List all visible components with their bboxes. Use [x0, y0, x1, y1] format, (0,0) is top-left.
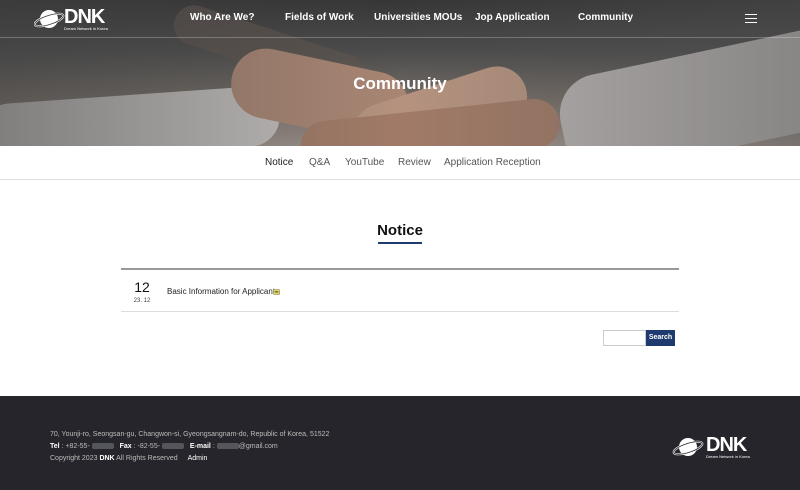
- footer-logo-subtitle: Dream Network in Korea: [706, 454, 750, 459]
- post-day: 12: [134, 279, 150, 295]
- search-input[interactable]: [603, 330, 646, 346]
- tel-value: : +82-55-: [61, 443, 90, 450]
- footer-copyright: Copyright 2023 DNK All Rights Reserved A…: [50, 455, 207, 462]
- copyright-suffix: All Rights Reserved: [116, 455, 178, 462]
- post-subject[interactable]: Basic Information for Applicant: [167, 287, 275, 296]
- section-title: Notice: [377, 222, 423, 239]
- email-label: E-mail: [189, 443, 211, 450]
- hero-banner: DNK Dream Network in Korea Who Are We? F…: [0, 0, 800, 146]
- tab-notice[interactable]: Notice: [265, 157, 293, 168]
- list-item[interactable]: 12 23. 12 Basic Information for Applican…: [121, 270, 679, 312]
- top-navigation-bar: DNK Dream Network in Korea Who Are We? F…: [0, 0, 800, 38]
- tab-application-reception[interactable]: Application Reception: [444, 157, 541, 168]
- admin-link[interactable]: Admin: [188, 455, 208, 462]
- copyright-prefix: Copyright 2023: [50, 455, 98, 462]
- redacted-text: [91, 443, 114, 450]
- email-suffix: @gmail.com: [238, 443, 278, 450]
- fax-value: : -82-55-: [133, 443, 161, 450]
- copyright-brand: DNK: [99, 455, 115, 462]
- footer-contact: Tel : +82-55- Fax : -82-55- E-mail : @gm…: [50, 443, 278, 450]
- planet-icon: [672, 438, 704, 456]
- fax-label: Fax: [119, 443, 132, 450]
- search-button[interactable]: Search: [646, 330, 675, 346]
- redacted-text: [216, 443, 239, 450]
- nav-who-are-we[interactable]: Who Are We?: [190, 12, 254, 23]
- nav-job-application[interactable]: Jop Application: [475, 12, 550, 23]
- tab-review[interactable]: Review: [398, 157, 431, 168]
- hamburger-menu-icon[interactable]: [745, 13, 757, 23]
- footer-address: 70, Younji-ro, Seongsan-gu, Changwon-si,…: [50, 431, 330, 438]
- tab-youtube[interactable]: YouTube: [345, 157, 384, 168]
- nav-universities-mous[interactable]: Universities MOUs: [374, 12, 462, 23]
- tel-label: Tel: [50, 443, 60, 450]
- post-date: 23. 12: [133, 298, 151, 304]
- tab-qna[interactable]: Q&A: [309, 157, 330, 168]
- email-value: :: [212, 443, 215, 450]
- attachment-icon: [273, 289, 280, 295]
- footer: 70, Younji-ro, Seongsan-gu, Changwon-si,…: [0, 396, 800, 490]
- main-nav: Who Are We? Fields of Work Universities …: [0, 12, 800, 28]
- page-title: Community: [353, 74, 447, 93]
- nav-community[interactable]: Community: [578, 12, 633, 23]
- nav-fields-of-work[interactable]: Fields of Work: [285, 12, 354, 23]
- title-underline: [378, 242, 422, 244]
- redacted-text: [162, 443, 185, 450]
- footer-logo[interactable]: DNK Dream Network in Korea: [672, 434, 756, 460]
- sub-navigation: Notice Q&A YouTube Review Application Re…: [0, 146, 800, 180]
